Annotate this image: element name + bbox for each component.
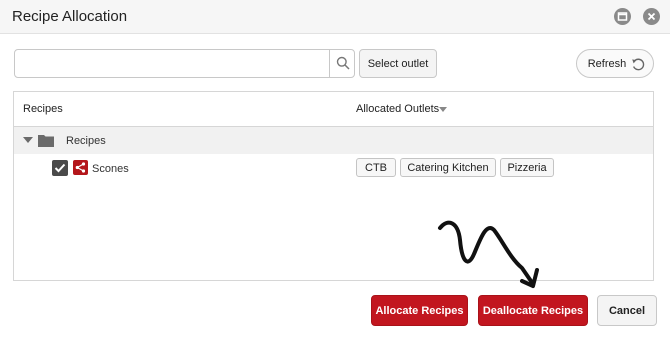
expand-toggle-icon[interactable] <box>23 137 33 143</box>
refresh-label: Refresh <box>587 57 627 70</box>
table-row[interactable]: Scones CTB Catering Kitchen Pizzeria <box>14 154 653 184</box>
recipe-grid: Recipes Allocated Outlets Recipes Scones… <box>13 91 654 281</box>
column-header-allocated-outlets[interactable]: Allocated Outlets <box>356 103 439 115</box>
refresh-button[interactable]: Refresh <box>576 49 654 78</box>
recipe-name: Scones <box>92 163 129 175</box>
hand-drawn-arrow <box>438 220 539 288</box>
sort-caret-icon[interactable] <box>439 107 447 112</box>
outlet-tag[interactable]: CTB <box>356 158 396 177</box>
dialog-title: Recipe Allocation <box>12 8 128 25</box>
select-outlet-button[interactable]: Select outlet <box>359 49 437 78</box>
search-button[interactable] <box>329 50 355 77</box>
search-input[interactable] <box>15 50 329 77</box>
cancel-button[interactable]: Cancel <box>597 295 657 326</box>
folder-icon <box>38 135 54 147</box>
row-checkbox[interactable] <box>52 160 68 176</box>
grid-header: Recipes Allocated Outlets <box>14 92 653 127</box>
outlet-tag[interactable]: Pizzeria <box>500 158 554 177</box>
allocate-recipes-button[interactable]: Allocate Recipes <box>371 295 468 326</box>
close-icon[interactable] <box>643 8 660 25</box>
share-icon <box>73 160 88 175</box>
deallocate-recipes-button[interactable]: Deallocate Recipes <box>478 295 588 326</box>
search-icon <box>336 56 350 70</box>
refresh-icon <box>632 58 645 71</box>
group-label: Recipes <box>66 135 106 147</box>
maximize-icon[interactable] <box>614 8 631 25</box>
dialog-title-bar: Recipe Allocation <box>0 0 670 34</box>
column-header-recipes[interactable]: Recipes <box>23 103 63 115</box>
search-box <box>14 49 355 78</box>
group-row-recipes[interactable]: Recipes <box>14 127 653 154</box>
outlet-tag[interactable]: Catering Kitchen <box>400 158 496 177</box>
checkmark-icon <box>54 163 66 173</box>
